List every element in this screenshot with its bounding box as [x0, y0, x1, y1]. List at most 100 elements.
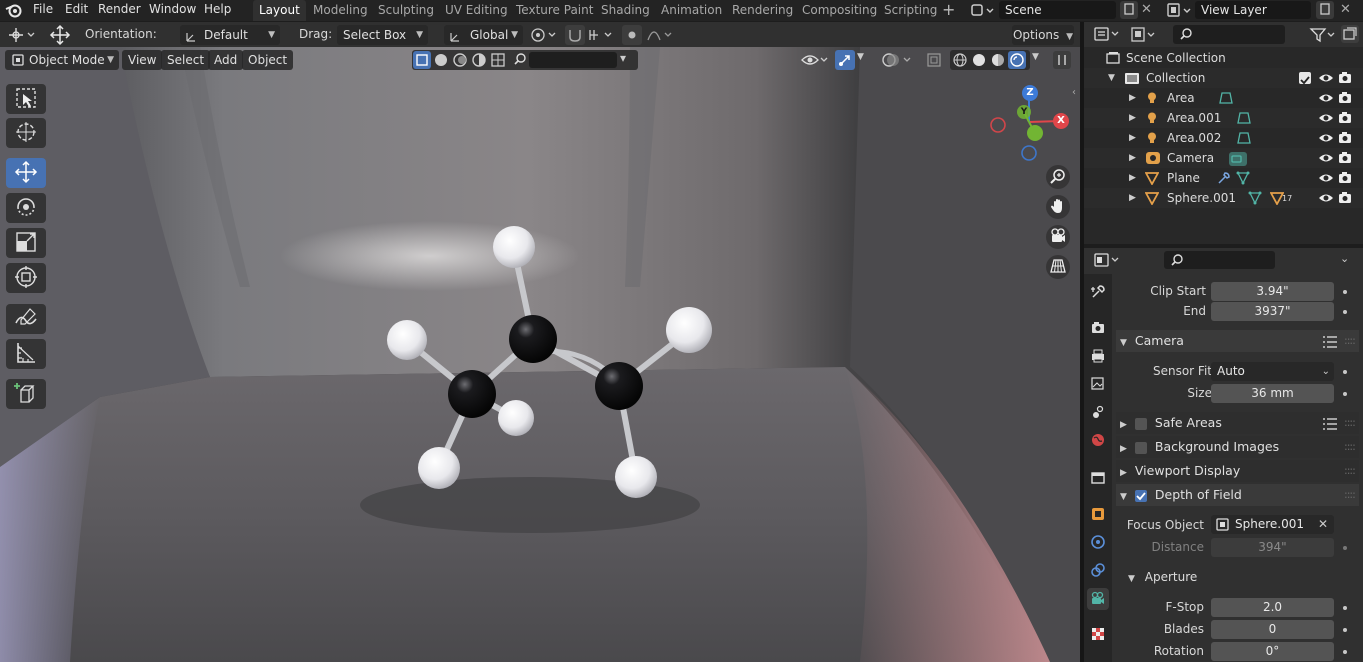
rendered-shading-icon[interactable]: [1008, 51, 1026, 69]
display-mode-icon[interactable]: [1130, 26, 1158, 47]
viewport-display-panel-header[interactable]: ▶ Viewport Display ::::: [1116, 460, 1359, 482]
rotate-tool[interactable]: [6, 193, 46, 223]
outliner-search-input[interactable]: [1173, 25, 1285, 44]
render-camera-icon[interactable]: [1337, 191, 1353, 211]
cursor-tool[interactable]: [6, 118, 46, 148]
blades-field[interactable]: 0: [1211, 620, 1334, 639]
chevron-down-icon[interactable]: ⌄: [1340, 252, 1349, 265]
tab-render[interactable]: [1087, 318, 1109, 340]
outliner-row-camera[interactable]: ▶ Camera: [1084, 148, 1363, 168]
expand-arrow-icon[interactable]: ▶: [1129, 128, 1136, 148]
properties-editor-type-icon[interactable]: [1093, 251, 1123, 272]
size-field[interactable]: 36 mm: [1211, 384, 1334, 403]
depth-of-field-panel-header[interactable]: ▼ Depth of Field ::::: [1116, 484, 1359, 506]
rotation-field[interactable]: 0°: [1211, 642, 1334, 661]
tab-texture[interactable]: [1087, 624, 1109, 646]
tab-modeling[interactable]: Modeling: [307, 0, 374, 21]
camera-panel-header[interactable]: ▼ Camera ::::: [1116, 330, 1359, 352]
filter-icon[interactable]: [1309, 26, 1337, 47]
tab-constraints[interactable]: [1087, 560, 1109, 582]
drag-handle-icon[interactable]: ::::: [1344, 484, 1356, 506]
tab-scene[interactable]: [1087, 402, 1109, 424]
view-layer-selector-icon[interactable]: [1166, 2, 1194, 22]
add-cube-tool[interactable]: [6, 379, 46, 409]
zoom-button[interactable]: [1046, 165, 1070, 189]
tab-scripting[interactable]: Scripting: [878, 0, 943, 21]
keyframe-dot-icon[interactable]: [1343, 290, 1347, 294]
outliner-row-sphere-001[interactable]: ▶ Sphere.001 17: [1084, 188, 1363, 208]
add-workspace-icon[interactable]: +: [942, 1, 955, 19]
keyframe-dot-icon[interactable]: [1343, 392, 1347, 396]
expand-arrow-icon[interactable]: ▶: [1129, 188, 1136, 208]
tab-world[interactable]: [1087, 430, 1109, 452]
outliner-row-collection[interactable]: ▼ Collection: [1084, 68, 1363, 88]
clip-end-field[interactable]: 3937": [1211, 302, 1334, 321]
tab-layout[interactable]: Layout: [253, 0, 306, 21]
blender-logo-icon[interactable]: [5, 2, 23, 22]
exclude-checkbox-icon[interactable]: [1299, 72, 1311, 85]
safe-areas-checkbox[interactable]: [1134, 417, 1147, 430]
delete-view-layer-icon[interactable]: ✕: [1340, 2, 1351, 17]
background-images-checkbox[interactable]: [1134, 441, 1147, 454]
wireframe-shading-icon[interactable]: [951, 51, 969, 72]
preset-list-icon[interactable]: [1322, 416, 1338, 438]
keyframe-dot-icon[interactable]: [1343, 628, 1347, 632]
toggle-sidebar-icon[interactable]: [1053, 51, 1071, 69]
fstop-field[interactable]: 2.0: [1211, 598, 1334, 617]
menu-window[interactable]: Window: [143, 1, 202, 20]
solid-shading-icon[interactable]: [970, 51, 988, 72]
camera-view-button[interactable]: [1046, 225, 1070, 249]
proportional-editing-icon[interactable]: [622, 25, 642, 45]
view-layer-name-field[interactable]: View Layer: [1195, 1, 1311, 19]
clear-field-icon[interactable]: ✕: [1318, 515, 1328, 534]
pan-button[interactable]: [1046, 195, 1070, 219]
axis-z-label[interactable]: Z: [1022, 85, 1038, 101]
outliner-row-scene-collection[interactable]: Scene Collection: [1084, 48, 1363, 68]
options-dropdown[interactable]: Options ▼: [1012, 25, 1074, 45]
sensor-fit-dropdown[interactable]: Auto ⌄: [1211, 362, 1334, 381]
tab-uv-editing[interactable]: UV Editing: [439, 0, 514, 21]
safe-areas-panel-header[interactable]: ▶ Safe Areas ::::: [1116, 412, 1359, 434]
tab-view-layer[interactable]: [1087, 374, 1109, 396]
move-tool[interactable]: [6, 158, 46, 188]
3d-viewport[interactable]: Object Mode ▼ View Select Add Object ▾ ▼…: [0, 47, 1080, 662]
view-menu[interactable]: View: [122, 50, 163, 70]
select-extend-icon[interactable]: [432, 51, 450, 72]
keyframe-dot-icon[interactable]: [1343, 310, 1347, 314]
gizmo-toggle-icon[interactable]: [835, 50, 855, 70]
select-invert-icon[interactable]: [470, 51, 488, 72]
expand-arrow-icon[interactable]: ▶: [1129, 88, 1136, 108]
new-view-layer-icon[interactable]: [1316, 1, 1334, 19]
tab-compositing[interactable]: Compositing: [796, 0, 883, 21]
delete-scene-icon[interactable]: ✕: [1141, 2, 1152, 17]
outliner-row-area-001[interactable]: ▶ Area.001: [1084, 108, 1363, 128]
tab-output[interactable]: [1087, 346, 1109, 368]
menu-file[interactable]: File: [27, 1, 59, 20]
expand-arrow-icon[interactable]: ▶: [1129, 108, 1136, 128]
visibility-eye-icon[interactable]: [800, 51, 830, 72]
new-scene-icon[interactable]: [1120, 1, 1138, 19]
keyframe-dot-icon[interactable]: [1343, 370, 1347, 374]
select-box-tool[interactable]: [6, 84, 46, 114]
chevron-down-icon[interactable]: ▼: [857, 52, 864, 62]
scene-name-field[interactable]: Scene: [999, 1, 1116, 19]
drag-handle-icon[interactable]: ::::: [1344, 330, 1356, 352]
outliner-row-plane[interactable]: ▶ Plane: [1084, 168, 1363, 188]
orientation-dropdown[interactable]: Default ▼: [180, 25, 280, 45]
mesh-data-icon[interactable]: [1248, 191, 1262, 211]
transform-orientation-dropdown[interactable]: Global ▼: [444, 25, 523, 45]
material-shading-icon[interactable]: [989, 51, 1007, 72]
viewport-search-input[interactable]: [529, 52, 617, 68]
collapse-sidebar-arrow-icon[interactable]: ‹: [1072, 87, 1076, 98]
tab-collection[interactable]: [1087, 468, 1109, 490]
drag-handle-icon[interactable]: ::::: [1344, 460, 1356, 482]
tab-camera-data[interactable]: [1087, 588, 1109, 610]
keyframe-dot-icon[interactable]: [1343, 650, 1347, 654]
clip-start-field[interactable]: 3.94": [1211, 282, 1334, 301]
object-menu[interactable]: Object: [242, 50, 294, 70]
perspective-toggle-button[interactable]: [1046, 255, 1070, 279]
annotate-tool[interactable]: [6, 304, 46, 334]
scene-selector-icon[interactable]: [970, 2, 996, 22]
measure-tool[interactable]: [6, 339, 46, 369]
menu-render[interactable]: Render: [92, 1, 147, 20]
